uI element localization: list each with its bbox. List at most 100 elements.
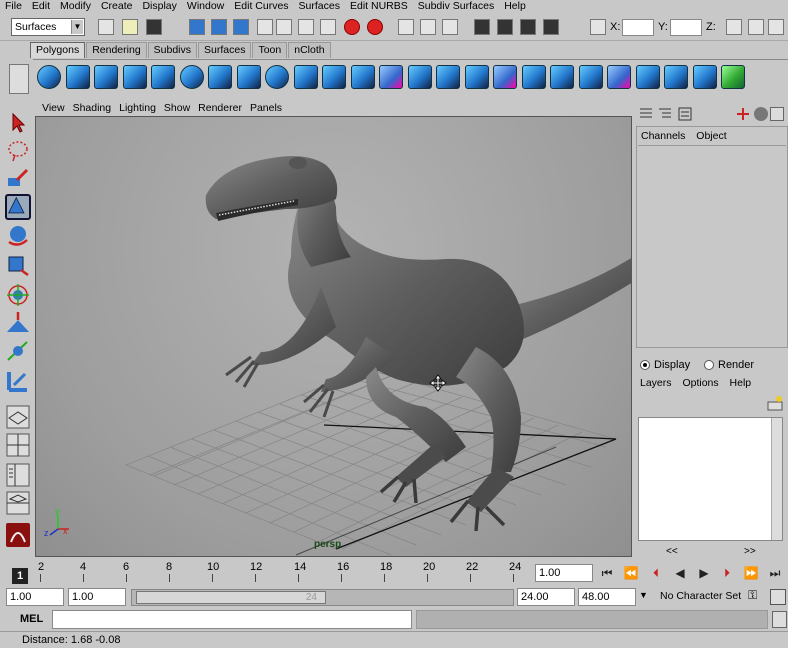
step-forward-key-icon[interactable]: ⏩ (740, 564, 762, 582)
move-tool-icon[interactable] (5, 194, 31, 220)
poly-prism-icon[interactable] (208, 65, 232, 89)
paint-select-tool-icon[interactable] (5, 166, 31, 192)
layer-list-scrollbar[interactable] (771, 418, 782, 540)
time-slider[interactable]: 2 4 6 8 10 12 14 16 18 20 22 24 (10, 560, 530, 584)
menu-help[interactable]: Help (499, 0, 531, 13)
select-tool-icon[interactable] (5, 110, 31, 136)
poly-cube-icon[interactable] (65, 65, 90, 89)
step-forward-frame-icon[interactable]: ⏵ (716, 564, 738, 582)
single-perspective-layout-icon[interactable] (5, 404, 31, 430)
panel-menu-lighting[interactable]: Lighting (115, 102, 160, 114)
command-language-label[interactable]: MEL (20, 613, 43, 625)
tool-settings-icon[interactable] (748, 19, 764, 35)
scale-tool-icon[interactable] (5, 252, 31, 278)
tab-toon[interactable]: Toon (252, 42, 288, 58)
current-time-field[interactable]: 1.00 (535, 564, 593, 582)
show-manipulator-icon[interactable] (5, 338, 31, 364)
panel-menu-renderer[interactable]: Renderer (194, 102, 246, 114)
poly-plane-icon[interactable] (151, 65, 175, 89)
poly-cone-icon[interactable] (122, 65, 147, 89)
output-history-icon[interactable] (420, 19, 436, 35)
step-back-key-icon[interactable]: ⏪ (620, 564, 642, 582)
menu-window[interactable]: Window (182, 0, 229, 13)
render-view-icon[interactable] (474, 19, 490, 35)
bridge-icon[interactable] (493, 65, 517, 89)
cylindrical-mapping-icon[interactable] (635, 65, 660, 89)
command-input[interactable] (52, 610, 412, 629)
perspective-viewport[interactable]: y x z persp (35, 116, 632, 557)
spherical-mapping-icon[interactable] (664, 65, 688, 89)
last-tool-icon[interactable] (5, 368, 31, 394)
persp-graph-layout-icon[interactable] (5, 490, 31, 516)
planar-mapping-icon[interactable] (607, 65, 631, 89)
render-radio[interactable] (704, 360, 714, 371)
layer-list[interactable] (638, 417, 783, 541)
outliner-layout-icon[interactable] (5, 462, 31, 488)
split-polygon-icon[interactable] (407, 65, 432, 89)
render-settings-icon[interactable] (543, 19, 559, 35)
display-layers-option[interactable]: Display (640, 359, 690, 371)
channel-box-layout-icon[interactable] (639, 107, 653, 121)
snap-point-icon[interactable] (320, 19, 336, 35)
panel-toggle-icon[interactable] (770, 107, 784, 121)
display-radio[interactable] (640, 360, 650, 371)
channels-menu[interactable]: Channels (641, 130, 685, 142)
save-scene-icon[interactable] (146, 19, 162, 35)
insert-edge-loop-icon[interactable] (436, 65, 460, 89)
play-forwards-icon[interactable]: ▶ (693, 564, 715, 582)
range-start-field[interactable]: 1.00 (68, 588, 126, 606)
poly-sphere-icon[interactable] (37, 65, 61, 89)
soft-modification-icon[interactable] (5, 310, 31, 336)
menu-edit-nurbs[interactable]: Edit NURBS (345, 0, 413, 13)
snap-curve-icon[interactable] (298, 19, 314, 35)
render-layers-option[interactable]: Render (704, 359, 754, 371)
uv-editor-icon[interactable] (721, 65, 745, 89)
move-arrows-icon[interactable] (736, 107, 750, 121)
select-object-icon[interactable] (211, 19, 227, 35)
menu-file[interactable]: File (0, 0, 27, 13)
panel-menu-shading[interactable]: Shading (69, 102, 116, 114)
construction-history-icon[interactable] (442, 19, 458, 35)
select-component-icon[interactable] (233, 19, 249, 35)
help-menu[interactable]: Help (730, 377, 752, 389)
play-backwards-icon[interactable]: ◀ (669, 564, 691, 582)
attribute-layout-icon[interactable] (658, 107, 672, 121)
combine-icon[interactable] (293, 65, 318, 89)
step-back-frame-icon[interactable]: ⏴ (645, 564, 667, 582)
tab-rendering[interactable]: Rendering (86, 42, 147, 58)
lasso-tool-icon[interactable] (5, 138, 31, 164)
select-hierarchy-icon[interactable] (189, 19, 205, 35)
separate-icon[interactable] (322, 65, 346, 89)
y-field[interactable] (670, 19, 702, 36)
character-set-dropdown-icon[interactable]: ▼ (639, 590, 648, 600)
append-polygon-icon[interactable] (521, 65, 546, 89)
menu-display[interactable]: Display (137, 0, 181, 13)
make-live-icon[interactable] (367, 19, 383, 35)
panel-menu-panels[interactable]: Panels (246, 102, 286, 114)
poly-pipe-icon[interactable] (236, 65, 261, 89)
current-frame-marker[interactable]: 1 (12, 568, 28, 584)
new-layer-icon[interactable] (766, 394, 784, 412)
menu-modify[interactable]: Modify (55, 0, 96, 13)
x-field[interactable] (622, 19, 654, 36)
automatic-mapping-icon[interactable] (692, 65, 717, 89)
options-menu[interactable]: Options (682, 377, 718, 389)
channel-box-icon[interactable] (768, 19, 784, 35)
snap-grid-icon[interactable] (276, 19, 292, 35)
extrude-icon[interactable] (464, 65, 489, 89)
panel-menu-view[interactable]: View (38, 102, 69, 114)
merge-icon[interactable] (578, 65, 603, 89)
tab-polygons[interactable]: Polygons (30, 42, 86, 58)
render-frame-icon[interactable] (497, 19, 513, 35)
go-to-end-icon[interactable]: ⏭ (764, 564, 786, 582)
menu-create[interactable]: Create (96, 0, 138, 13)
new-scene-icon[interactable] (98, 19, 114, 35)
poly-torus-icon[interactable] (179, 65, 204, 89)
select-mask-icon[interactable] (257, 19, 273, 35)
ipr-render-icon[interactable] (520, 19, 536, 35)
scroll-right-button[interactable]: >> (744, 546, 756, 557)
end-time-field[interactable]: 48.00 (578, 588, 636, 606)
animation-prefs-icon[interactable] (770, 589, 786, 605)
soccer-ball-icon[interactable] (265, 65, 289, 89)
range-slider-thumb[interactable]: 24 (136, 591, 326, 604)
